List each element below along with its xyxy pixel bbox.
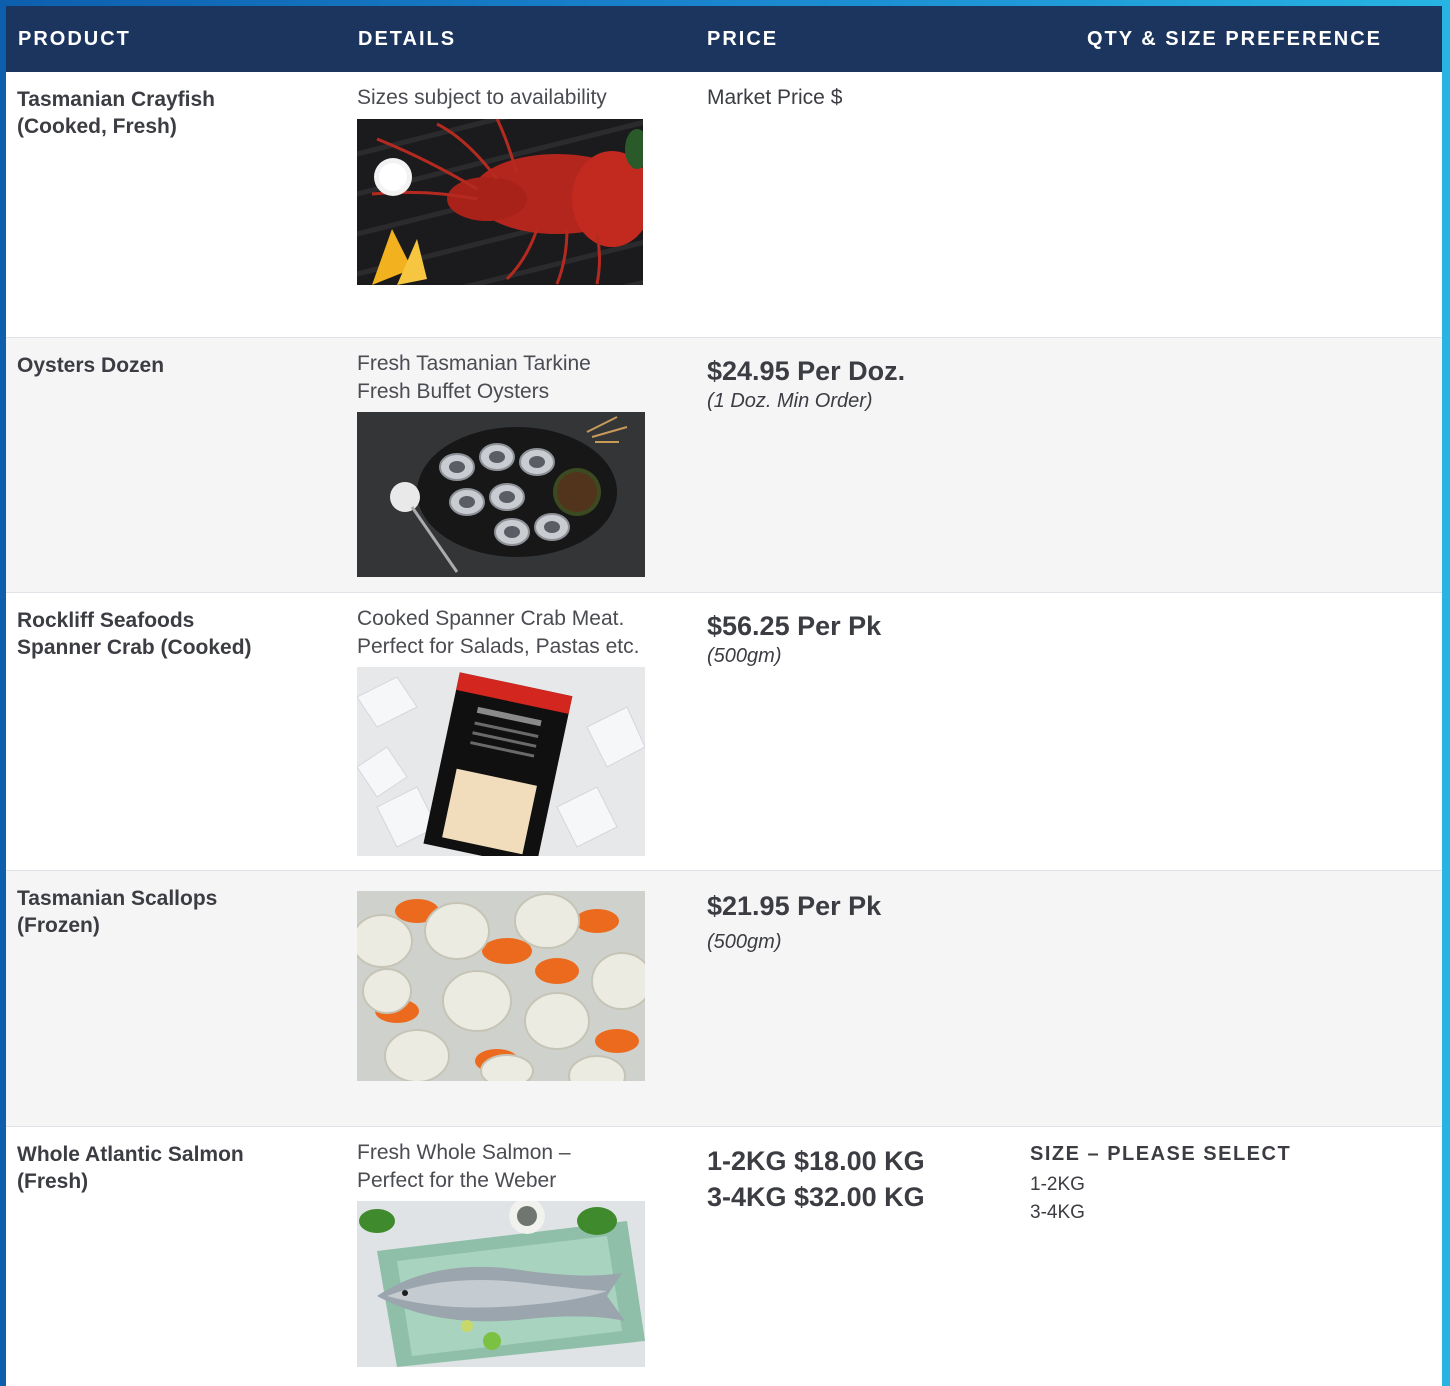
details-line: Sizes subject to availability: [357, 86, 607, 109]
product-name-line: Spanner Crab (Cooked): [17, 636, 252, 659]
table-row: Whole Atlantic Salmon (Fresh) Fresh Whol…: [6, 1126, 1442, 1386]
price-text: Market Price $: [707, 86, 843, 109]
table-row: Oysters Dozen Fresh Tasmanian Tarkine Fr…: [6, 337, 1442, 593]
price-value: $21.95 Per Pk: [707, 891, 882, 921]
header-qty-size: QTY & SIZE PREFERENCE: [1087, 28, 1383, 50]
product-name-line: Whole Atlantic Salmon: [17, 1143, 244, 1166]
product-details: Cooked Spanner Crab Meat. Perfect for Sa…: [357, 605, 687, 661]
product-name: Rockliff Seafoods Spanner Crab (Cooked): [17, 607, 317, 661]
product-table: PRODUCT DETAILS PRICE QTY & SIZE PREFERE…: [6, 6, 1442, 1386]
details-line: Cooked Spanner Crab Meat.: [357, 607, 625, 630]
product-name-line: Oysters Dozen: [17, 354, 165, 377]
scallops-photo: [357, 891, 645, 1081]
details-line: Fresh Buffet Oysters: [357, 380, 550, 403]
product-price: 1-2KG $18.00 KG 3-4KG $32.00 KG: [707, 1139, 1017, 1215]
price-note: (1 Doz. Min Order): [707, 390, 873, 412]
product-price: $21.95 Per Pk (500gm): [707, 883, 1017, 955]
product-price: $56.25 Per Pk (500gm): [707, 605, 1017, 669]
product-name: Tasmanian Scallops (Frozen): [17, 885, 317, 939]
product-name-line: Tasmanian Scallops: [17, 887, 218, 910]
price-value: $56.25 Per Pk: [707, 611, 882, 641]
header-product: PRODUCT: [18, 28, 131, 50]
product-name: Oysters Dozen: [17, 352, 317, 379]
table-row: Rockliff Seafoods Spanner Crab (Cooked) …: [6, 592, 1442, 871]
product-price: Market Price $: [707, 84, 1017, 112]
product-details: Sizes subject to availability: [357, 84, 687, 112]
crab-meat-photo: [357, 667, 645, 856]
product-name: Whole Atlantic Salmon (Fresh): [17, 1141, 317, 1195]
size-option[interactable]: 1-2KG: [1030, 1171, 1410, 1199]
table-row: Tasmanian Scallops (Frozen) $21.95 Per P…: [6, 870, 1442, 1127]
salmon-photo: [357, 1201, 645, 1367]
product-details: Fresh Tasmanian Tarkine Fresh Buffet Oys…: [357, 350, 687, 406]
details-line: Fresh Whole Salmon –: [357, 1141, 571, 1164]
product-name-line: Tasmanian Crayfish: [17, 88, 216, 111]
crayfish-photo: [357, 119, 643, 285]
header-details: DETAILS: [358, 28, 457, 50]
size-option[interactable]: 3-4KG: [1030, 1199, 1410, 1227]
oysters-photo: [357, 412, 645, 577]
price-value: $24.95 Per Doz.: [707, 356, 906, 386]
product-name-line: (Cooked, Fresh): [17, 115, 177, 138]
table-header: PRODUCT DETAILS PRICE QTY & SIZE PREFERE…: [6, 6, 1442, 72]
size-selector: SIZE – PLEASE SELECT 1-2KG 3-4KG: [1030, 1139, 1410, 1227]
price-value: 3-4KG $32.00 KG: [707, 1182, 925, 1212]
price-note: (500gm): [707, 645, 782, 667]
product-name: Tasmanian Crayfish (Cooked, Fresh): [17, 86, 317, 140]
price-note: (500gm): [707, 931, 782, 953]
details-line: Fresh Tasmanian Tarkine: [357, 352, 591, 375]
product-details: Fresh Whole Salmon – Perfect for the Web…: [357, 1139, 687, 1195]
details-line: Perfect for the Weber: [357, 1169, 557, 1192]
product-name-line: (Frozen): [17, 914, 100, 937]
size-select-label: SIZE – PLEASE SELECT: [1030, 1143, 1292, 1165]
header-price: PRICE: [707, 28, 779, 50]
product-name-line: Rockliff Seafoods: [17, 609, 195, 632]
price-value: 1-2KG $18.00 KG: [707, 1146, 925, 1176]
table-row: Tasmanian Crayfish (Cooked, Fresh) Sizes…: [6, 72, 1442, 337]
details-line: Perfect for Salads, Pastas etc.: [357, 635, 640, 658]
product-price: $24.95 Per Doz. (1 Doz. Min Order): [707, 350, 1017, 414]
product-name-line: (Fresh): [17, 1170, 89, 1193]
